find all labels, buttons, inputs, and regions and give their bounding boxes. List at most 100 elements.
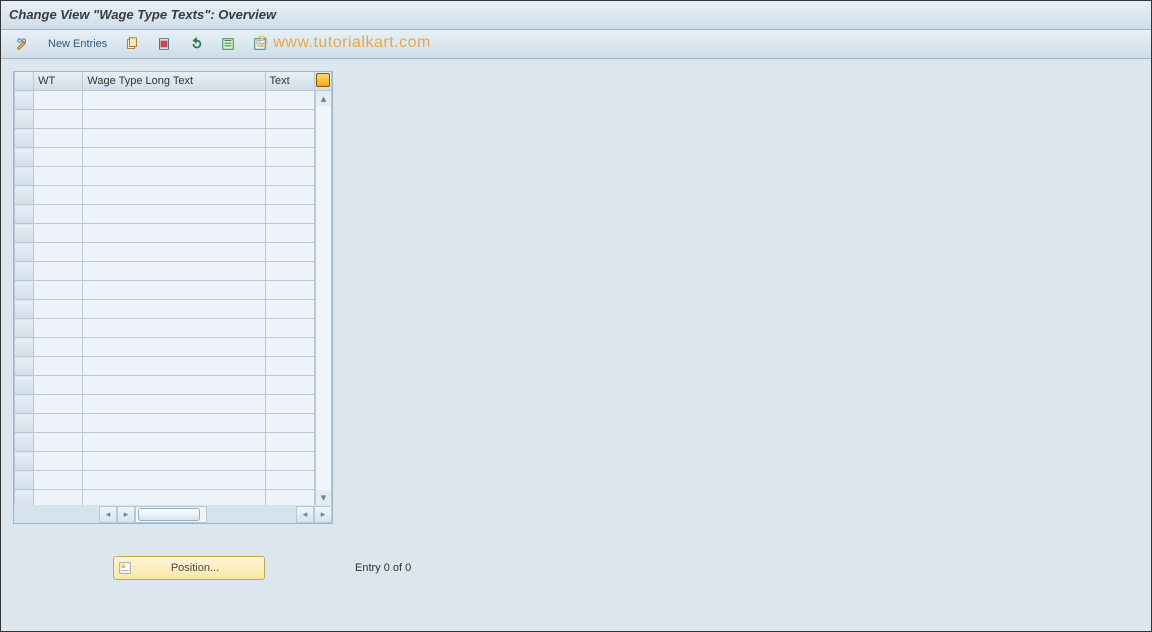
scroll-down-icon[interactable]: ▾ bbox=[316, 490, 331, 505]
cell-wt[interactable] bbox=[34, 148, 83, 167]
row-selector[interactable] bbox=[15, 357, 34, 376]
table-row[interactable] bbox=[15, 186, 332, 205]
row-selector[interactable] bbox=[15, 338, 34, 357]
cell-wt[interactable] bbox=[34, 433, 83, 452]
cell-wt[interactable] bbox=[34, 338, 83, 357]
delete-button[interactable] bbox=[150, 33, 178, 55]
cell-long[interactable] bbox=[83, 167, 265, 186]
cell-wt[interactable] bbox=[34, 243, 83, 262]
vertical-scrollbar[interactable]: ▴ ▾ bbox=[315, 91, 331, 505]
cell-long[interactable] bbox=[83, 319, 265, 338]
cell-text[interactable] bbox=[265, 262, 314, 281]
table-row[interactable] bbox=[15, 376, 332, 395]
cell-wt[interactable] bbox=[34, 110, 83, 129]
position-button[interactable]: Position... bbox=[113, 556, 265, 580]
table-row[interactable] bbox=[15, 243, 332, 262]
cell-text[interactable] bbox=[265, 205, 314, 224]
cell-long[interactable] bbox=[83, 395, 265, 414]
copy-button[interactable] bbox=[118, 33, 146, 55]
hscroll-track[interactable] bbox=[135, 506, 207, 523]
cell-text[interactable] bbox=[265, 338, 314, 357]
row-selector[interactable] bbox=[15, 243, 34, 262]
cell-text[interactable] bbox=[265, 376, 314, 395]
cell-long[interactable] bbox=[83, 300, 265, 319]
cell-text[interactable] bbox=[265, 414, 314, 433]
row-selector[interactable] bbox=[15, 376, 34, 395]
cell-text[interactable] bbox=[265, 186, 314, 205]
cell-long[interactable] bbox=[83, 243, 265, 262]
table-row[interactable] bbox=[15, 129, 332, 148]
cell-long[interactable] bbox=[83, 357, 265, 376]
cell-text[interactable] bbox=[265, 110, 314, 129]
horizontal-scrollbar[interactable]: ◂ ▸ ◂ ▸ bbox=[14, 506, 332, 523]
cell-long[interactable] bbox=[83, 148, 265, 167]
cell-long[interactable] bbox=[83, 414, 265, 433]
cell-wt[interactable] bbox=[34, 262, 83, 281]
row-selector[interactable] bbox=[15, 490, 34, 506]
table-row[interactable] bbox=[15, 357, 332, 376]
col-header-wt[interactable]: WT bbox=[34, 72, 83, 91]
cell-long[interactable] bbox=[83, 433, 265, 452]
hscroll-thumb[interactable] bbox=[138, 508, 200, 521]
row-selector[interactable] bbox=[15, 224, 34, 243]
cell-wt[interactable] bbox=[34, 414, 83, 433]
cell-wt[interactable] bbox=[34, 129, 83, 148]
cell-wt[interactable] bbox=[34, 205, 83, 224]
cell-text[interactable] bbox=[265, 243, 314, 262]
cell-long[interactable] bbox=[83, 376, 265, 395]
toggle-change-button[interactable] bbox=[9, 33, 37, 55]
cell-wt[interactable] bbox=[34, 224, 83, 243]
cell-long[interactable] bbox=[83, 452, 265, 471]
deselect-all-button[interactable] bbox=[246, 33, 274, 55]
cell-long[interactable] bbox=[83, 110, 265, 129]
cell-long[interactable] bbox=[83, 338, 265, 357]
cell-text[interactable] bbox=[265, 91, 314, 110]
cell-text[interactable] bbox=[265, 129, 314, 148]
cell-text[interactable] bbox=[265, 490, 314, 506]
cell-wt[interactable] bbox=[34, 300, 83, 319]
row-selector[interactable] bbox=[15, 167, 34, 186]
cell-wt[interactable] bbox=[34, 186, 83, 205]
table-row[interactable] bbox=[15, 167, 332, 186]
cell-wt[interactable] bbox=[34, 281, 83, 300]
table-row[interactable] bbox=[15, 433, 332, 452]
cell-wt[interactable] bbox=[34, 376, 83, 395]
undo-button[interactable] bbox=[182, 33, 210, 55]
select-all-button[interactable] bbox=[214, 33, 242, 55]
cell-long[interactable] bbox=[83, 224, 265, 243]
row-selector[interactable] bbox=[15, 186, 34, 205]
table-row[interactable] bbox=[15, 110, 332, 129]
cell-long[interactable] bbox=[83, 129, 265, 148]
cell-text[interactable] bbox=[265, 471, 314, 490]
cell-text[interactable] bbox=[265, 452, 314, 471]
row-selector[interactable] bbox=[15, 129, 34, 148]
table-row[interactable] bbox=[15, 338, 332, 357]
row-selector[interactable] bbox=[15, 262, 34, 281]
table-row[interactable] bbox=[15, 452, 332, 471]
cell-long[interactable] bbox=[83, 490, 265, 506]
table-row[interactable] bbox=[15, 91, 332, 110]
cell-text[interactable] bbox=[265, 319, 314, 338]
row-selector[interactable] bbox=[15, 414, 34, 433]
scroll-track[interactable] bbox=[316, 106, 331, 490]
cell-wt[interactable] bbox=[34, 319, 83, 338]
scroll-first-icon[interactable]: ◂ bbox=[99, 506, 117, 523]
cell-wt[interactable] bbox=[34, 395, 83, 414]
row-selector[interactable] bbox=[15, 395, 34, 414]
table-row[interactable] bbox=[15, 281, 332, 300]
row-selector[interactable] bbox=[15, 452, 34, 471]
cell-long[interactable] bbox=[83, 471, 265, 490]
row-selector[interactable] bbox=[15, 281, 34, 300]
cell-long[interactable] bbox=[83, 91, 265, 110]
cell-long[interactable] bbox=[83, 205, 265, 224]
scroll-up-icon[interactable]: ▴ bbox=[316, 91, 331, 106]
table-row[interactable] bbox=[15, 471, 332, 490]
table-row[interactable] bbox=[15, 490, 332, 506]
row-selector[interactable] bbox=[15, 433, 34, 452]
cell-text[interactable] bbox=[265, 224, 314, 243]
table-row[interactable] bbox=[15, 395, 332, 414]
cell-text[interactable] bbox=[265, 148, 314, 167]
cell-wt[interactable] bbox=[34, 471, 83, 490]
new-entries-button[interactable]: New Entries bbox=[41, 33, 114, 55]
cell-wt[interactable] bbox=[34, 357, 83, 376]
